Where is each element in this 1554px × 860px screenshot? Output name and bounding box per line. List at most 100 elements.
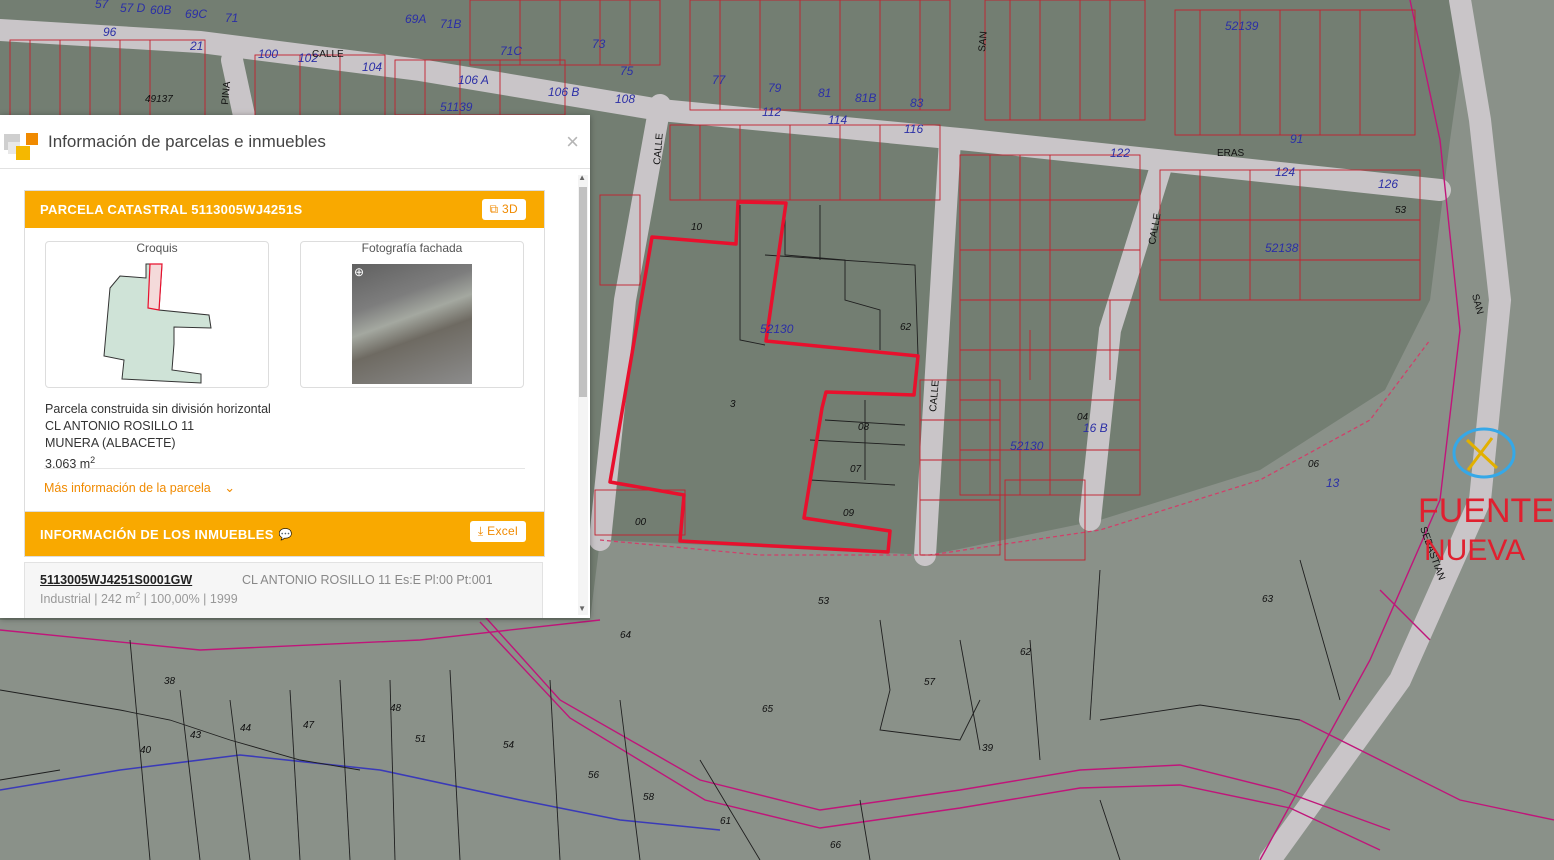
map-label: 62: [900, 322, 912, 333]
map-label: 63: [1262, 594, 1274, 605]
download-icon: ⤓: [477, 524, 488, 538]
map-label: 69C: [185, 7, 207, 21]
inmueble-details: Industrial | 242 m2 | 100,00% | 1999: [40, 591, 238, 607]
map-label: 53: [818, 596, 830, 607]
map-label: 62: [1020, 647, 1032, 658]
parcel-info-panel: Información de parcelas e inmuebles × ▲ …: [0, 115, 590, 618]
inmueble-ref-link[interactable]: 5113005WJ4251S0001GW: [40, 573, 192, 587]
map-label: 40: [140, 745, 152, 756]
map-label: 39: [982, 743, 994, 754]
croquis-box[interactable]: Croquis: [45, 241, 269, 388]
map-label: 09: [843, 508, 855, 519]
block-label: 52138: [1265, 241, 1299, 255]
map-label: 56: [588, 770, 600, 781]
inmueble-row[interactable]: 5113005WJ4251S0001GW CL ANTONIO ROSILLO …: [24, 562, 543, 618]
street-label: SAN: [977, 31, 990, 52]
map-label: 51: [415, 734, 426, 745]
map-label: 07: [850, 464, 862, 475]
map-label: 104: [362, 60, 382, 74]
block-label: 51139: [440, 100, 473, 114]
map-label: 91: [1290, 132, 1303, 146]
close-icon[interactable]: ×: [566, 129, 579, 155]
street-label: PINA: [220, 81, 233, 106]
inmuebles-card-title: INFORMACIÓN DE LOS INMUEBLES: [40, 526, 274, 542]
map-label: 116: [904, 122, 923, 136]
scroll-down-arrow-icon[interactable]: ▼: [578, 604, 586, 613]
map-label: 73: [592, 37, 606, 51]
map-label: 10: [691, 222, 703, 233]
map-label: 71: [225, 11, 238, 25]
block-label: 52130: [760, 322, 794, 336]
street-label: CALLE: [312, 49, 344, 60]
map-label: 61: [720, 816, 731, 827]
map-label: 06: [1308, 459, 1320, 470]
map-label: 96: [103, 25, 117, 39]
parcel-card-title: PARCELA CATASTRAL 5113005WJ4251S: [40, 202, 303, 217]
fachada-box[interactable]: Fotografía fachada ⊕: [300, 241, 524, 388]
map-label: 81B: [855, 91, 876, 105]
parcel-type: Parcela construida sin división horizont…: [45, 402, 271, 416]
3d-button[interactable]: ⧉ 3D: [481, 199, 526, 220]
map-label: 54: [503, 740, 515, 751]
parcel-card: PARCELA CATASTRAL 5113005WJ4251S ⧉ 3D Cr…: [24, 190, 545, 514]
scrollbar-thumb[interactable]: [579, 187, 587, 397]
map-label: 75: [620, 64, 634, 78]
map-label: 106 A: [458, 73, 489, 87]
map-label: 44: [240, 723, 252, 734]
cubes-icon: ⧉: [489, 202, 503, 216]
map-label: 122: [1110, 146, 1130, 160]
parcel-details: Parcela construida sin división horizont…: [45, 401, 271, 473]
map-label: 65: [762, 704, 774, 715]
map-label: 53: [1395, 205, 1407, 216]
map-label: 81: [818, 86, 831, 100]
map-label: 69A: [405, 12, 426, 26]
inmuebles-card-header: INFORMACIÓN DE LOS INMUEBLES 💬 ⤓ Excel: [25, 512, 544, 556]
fachada-label: Fotografía fachada: [361, 241, 463, 255]
map-label: 16 B: [1083, 421, 1108, 435]
catastro-logo-icon: [4, 124, 40, 160]
annotation-text: NUEVA: [1424, 534, 1525, 567]
map-label: 124: [1275, 165, 1295, 179]
map-label: 38: [164, 676, 176, 687]
parcel-area: 3.063 m2: [45, 455, 96, 472]
map-label: 58: [643, 792, 655, 803]
map-label: 79: [768, 81, 782, 95]
map-label: 13: [1326, 476, 1340, 490]
map-label: 43: [190, 730, 202, 741]
map-label: 04: [1077, 412, 1089, 423]
map-label: 47: [303, 720, 315, 731]
map-label: 106 B: [548, 85, 579, 99]
street-label: ERAS: [1217, 148, 1245, 159]
map-label: 71C: [500, 44, 522, 58]
map-label: 114: [828, 113, 847, 127]
map-label: 77: [712, 73, 727, 87]
panel-title: Información de parcelas e inmuebles: [48, 131, 326, 151]
map-label: 126: [1378, 177, 1398, 191]
parcel-town: MUNERA (ALBACETE): [45, 436, 176, 450]
chevron-down-icon: ⌄: [224, 480, 236, 495]
parcel-address: CL ANTONIO ROSILLO 11: [45, 419, 195, 433]
comment-icon: 💬: [278, 528, 293, 541]
parcel-sketch: [103, 263, 212, 384]
zoom-in-icon[interactable]: ⊕: [354, 265, 364, 279]
map-label: 00: [635, 517, 647, 528]
map-label: 100: [258, 47, 278, 61]
map-label: 57 D: [120, 1, 146, 15]
map-label: 112: [762, 105, 781, 119]
excel-button[interactable]: ⤓ Excel: [469, 521, 526, 542]
map-label: 60B: [150, 3, 171, 17]
map-label: 57: [924, 677, 936, 688]
more-info-link[interactable]: Más información de la parcela ⌄: [44, 480, 235, 496]
map-label: 08: [858, 422, 870, 433]
map-label: 64: [620, 630, 632, 641]
map-label: 3: [730, 399, 736, 410]
map-label: 108: [615, 92, 635, 106]
facade-photo[interactable]: ⊕: [352, 264, 472, 384]
scroll-up-arrow-icon[interactable]: ▲: [578, 173, 586, 182]
map-label: 48: [390, 703, 402, 714]
inmuebles-card: INFORMACIÓN DE LOS INMUEBLES 💬 ⤓ Excel: [24, 511, 545, 557]
block-label: 52130: [1010, 439, 1044, 453]
parcel-card-header: PARCELA CATASTRAL 5113005WJ4251S ⧉ 3D: [25, 191, 544, 228]
map-label: 83: [910, 96, 924, 110]
map-label: 66: [830, 840, 842, 851]
